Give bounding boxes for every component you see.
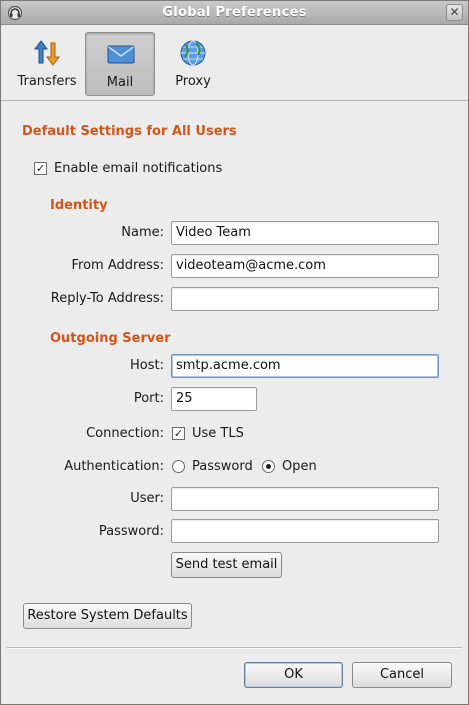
auth-open-label: Open [282,459,317,474]
transfer-arrows-icon [34,40,60,66]
close-icon[interactable]: ✕ [446,4,463,21]
enable-notifications-checkbox[interactable]: ✓ [34,162,47,175]
enable-notifications-label: Enable email notifications [54,161,223,176]
send-test-email-button[interactable]: Send test email [171,552,282,578]
ok-button[interactable]: OK [244,662,343,688]
host-label: Host: [130,358,164,373]
preferences-toolbar: Transfers Mail Proxy [1,25,468,101]
tab-transfers-label: Transfers [17,74,77,89]
reply-to-address-field[interactable] [171,287,439,311]
title-bar: Global Preferences ✕ [1,1,468,25]
radio-selected-dot [266,464,271,469]
user-field[interactable] [171,487,439,511]
cancel-button[interactable]: Cancel [352,662,452,688]
password-field[interactable] [171,519,439,543]
auth-password-label: Password [192,459,253,474]
use-tls-checkbox[interactable]: ✓ [172,427,185,440]
preferences-window: Global Preferences ✕ Transfers Mail Prox… [0,0,469,705]
authentication-label: Authentication: [64,459,164,474]
tab-proxy-label: Proxy [175,74,211,89]
auth-password-radio[interactable] [172,460,185,473]
section-title-identity: Identity [50,198,108,213]
user-label: User: [130,491,164,506]
from-address-field[interactable]: videoteam@acme.com [171,254,439,278]
tab-proxy[interactable]: Proxy [158,32,228,96]
restore-system-defaults-button[interactable]: Restore System Defaults [23,603,192,629]
from-address-label: From Address: [71,258,165,273]
tab-mail[interactable]: Mail [85,32,155,96]
globe-icon [180,40,206,66]
port-label: Port: [133,391,164,406]
use-tls-label: Use TLS [192,426,244,441]
envelope-icon [107,45,135,64]
section-title-defaults: Default Settings for All Users [22,124,237,139]
tab-mail-label: Mail [106,75,134,90]
footer-separator [7,647,462,649]
window-title: Global Preferences [162,5,307,20]
port-field[interactable]: 25 [171,387,257,411]
auth-open-radio[interactable] [262,460,275,473]
password-label: Password: [98,524,164,539]
mail-settings-panel: Default Settings for All Users ✓ Enable … [1,102,468,647]
name-field[interactable]: Video Team [171,221,439,245]
tab-transfers[interactable]: Transfers [12,32,82,96]
host-field[interactable]: smtp.acme.com [171,354,439,378]
reply-to-address-label: Reply-To Address: [50,291,164,306]
connection-label: Connection: [86,426,164,441]
section-title-outgoing-server: Outgoing Server [50,331,171,346]
name-label: Name: [121,225,164,240]
